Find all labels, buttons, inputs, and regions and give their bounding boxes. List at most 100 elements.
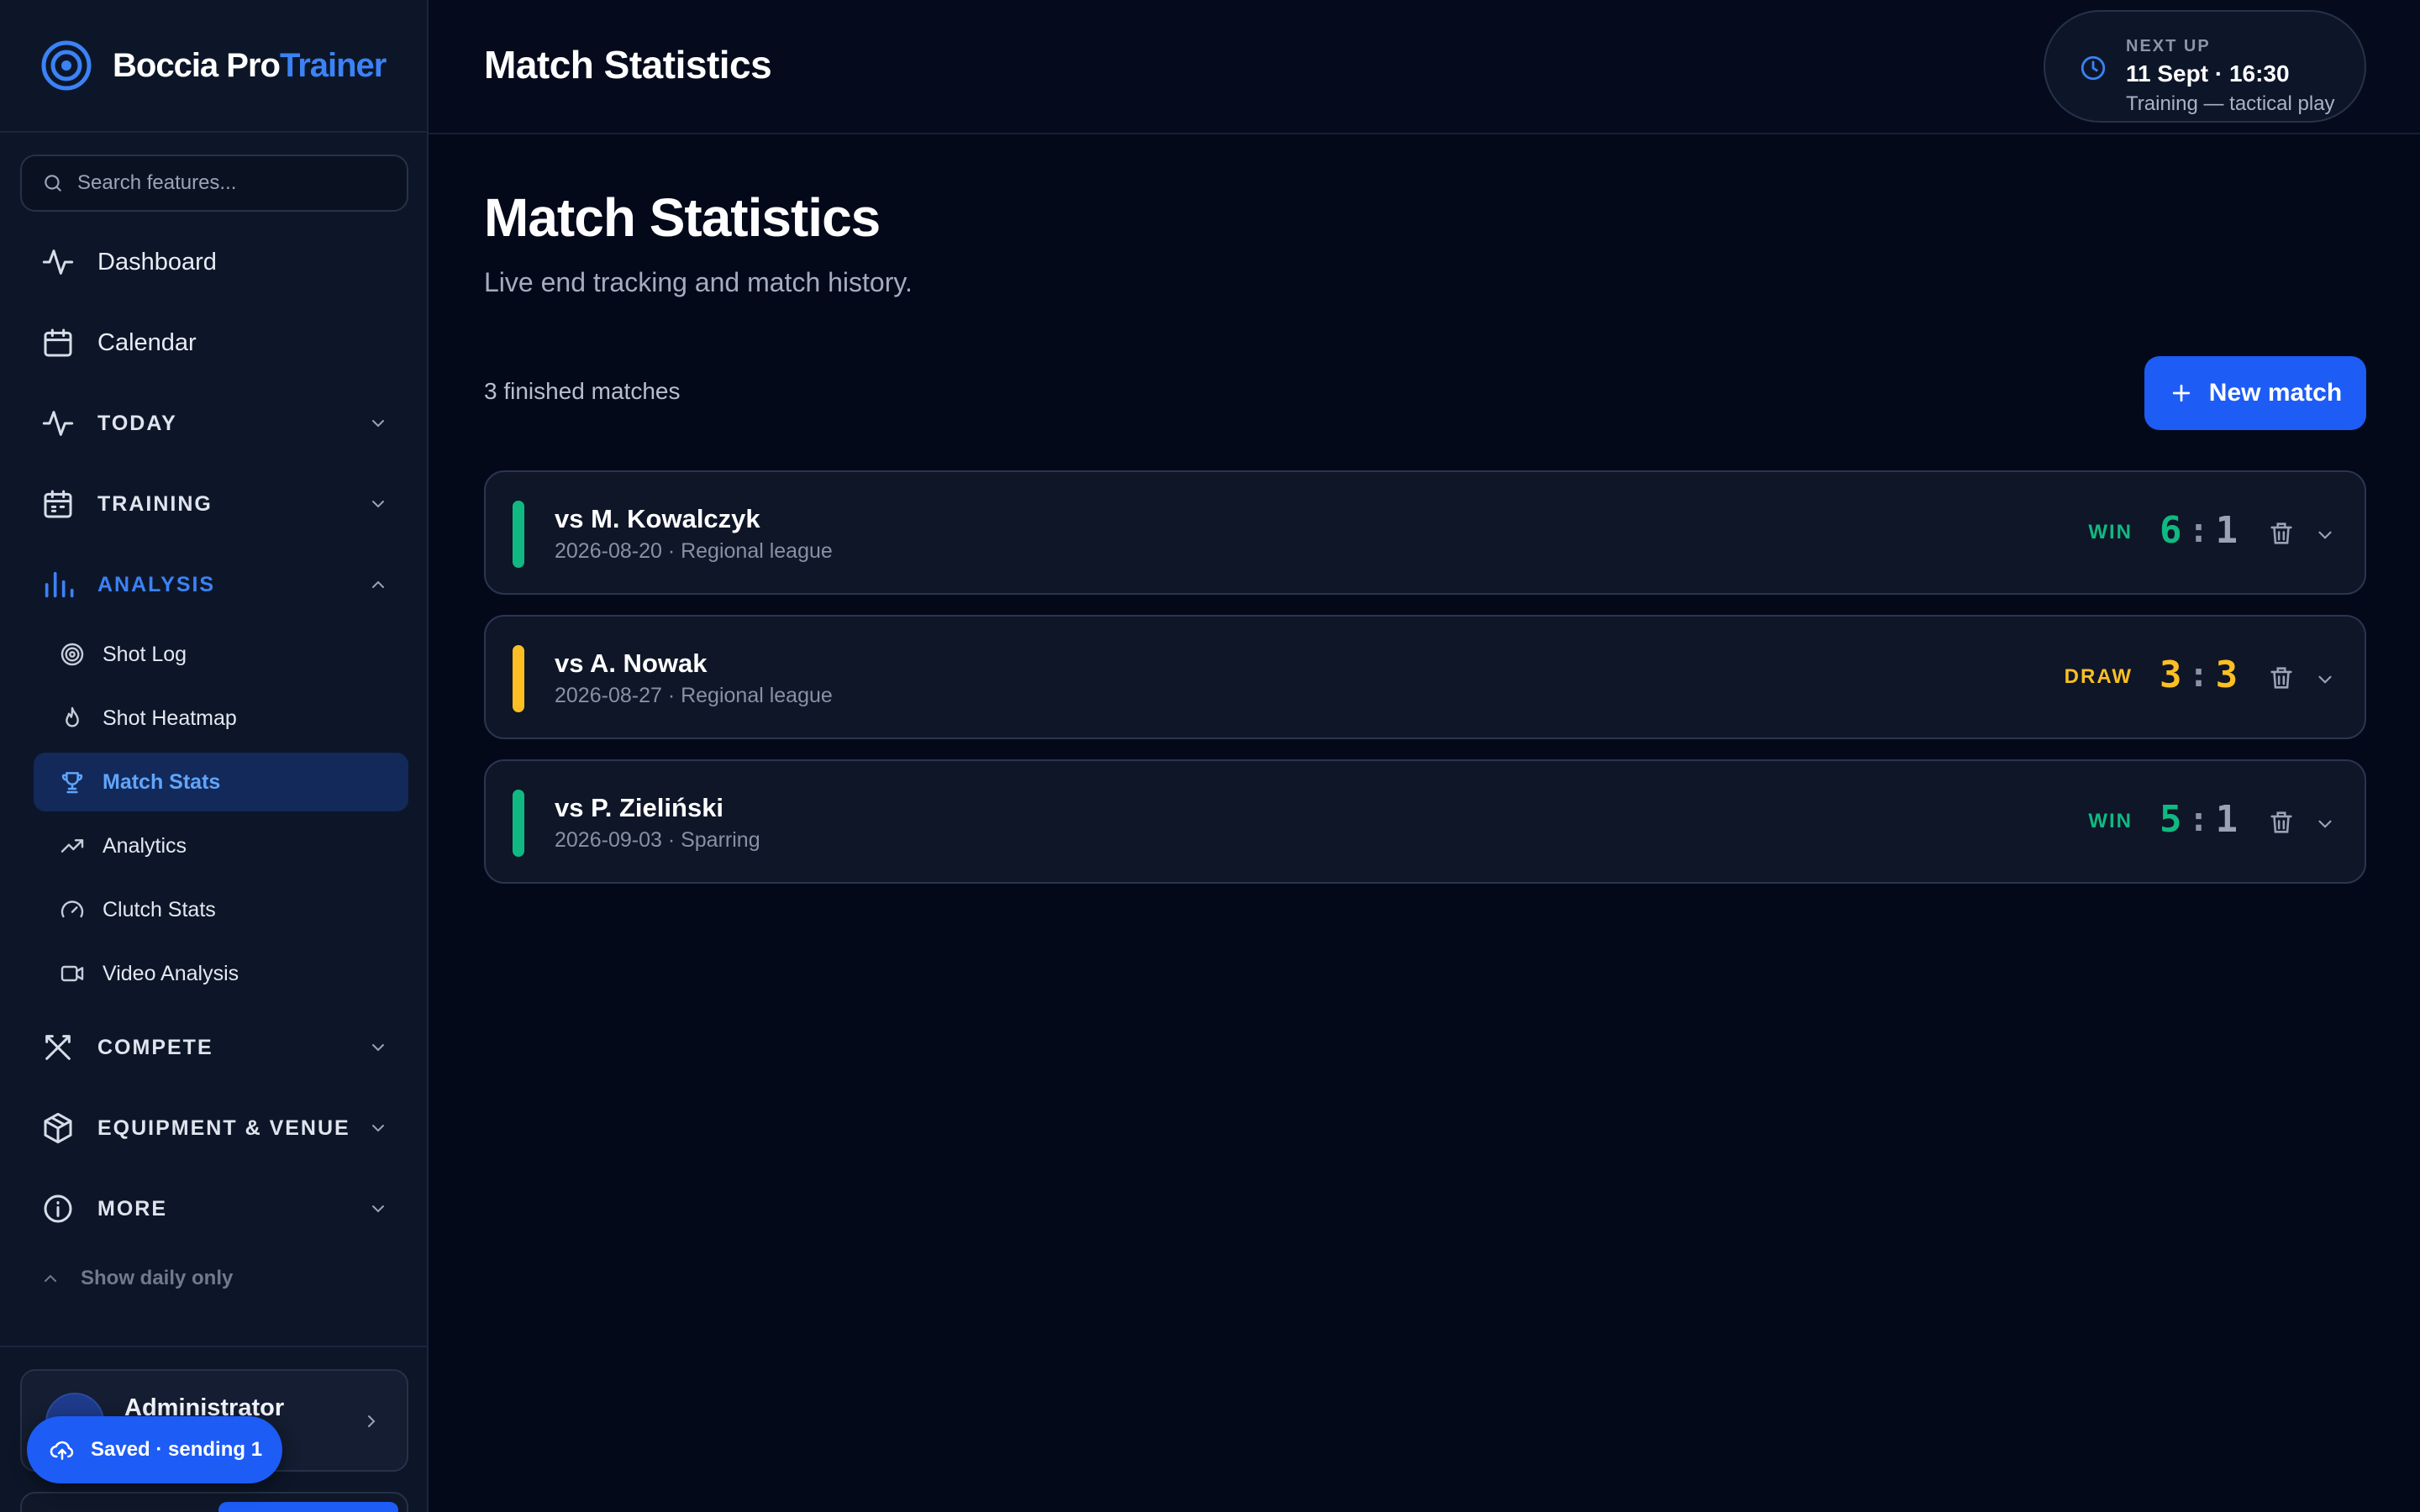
match-score: 6 : 1 — [2160, 509, 2238, 552]
sidebar-section-label: TRAINING — [97, 491, 213, 516]
footer-accent — [218, 1502, 398, 1512]
page-title: Match Statistics — [484, 187, 881, 248]
match-score: 5 : 1 — [2160, 798, 2238, 841]
sidebar: Boccia ProTrainer Dashboard Calendar TOD… — [0, 0, 429, 1512]
swords-icon — [40, 1030, 76, 1065]
match-score: 3 : 3 — [2160, 654, 2238, 696]
chevron-down-icon — [372, 420, 384, 428]
chevron-down-icon — [372, 501, 384, 508]
sidebar-section-label: COMPETE — [97, 1035, 213, 1059]
new-match-label: New match — [2208, 379, 2343, 407]
pulse-icon — [40, 406, 76, 441]
score-own: 6 — [2160, 509, 2182, 552]
trending-up-icon — [60, 839, 84, 853]
show-daily-label: Show daily only — [81, 1267, 234, 1289]
chevron-down-icon[interactable] — [2314, 813, 2336, 835]
brand[interactable]: Boccia ProTrainer — [0, 0, 427, 133]
sidebar-subitem-label: Shot Log — [103, 642, 187, 666]
score-separator: : — [2188, 511, 2209, 550]
trash-icon[interactable] — [2267, 808, 2296, 837]
match-result-badge: WIN — [2088, 810, 2133, 832]
score-own: 3 — [2160, 654, 2182, 696]
info-icon — [40, 1191, 76, 1226]
score-own: 5 — [2160, 798, 2182, 841]
match-opponent: vs A. Nowak — [555, 648, 708, 678]
match-result-badge: DRAW — [2064, 665, 2133, 688]
next-up-card[interactable]: NEXT UP 11 Sept · 16:30 Training — tacti… — [2044, 10, 2366, 123]
search-input[interactable] — [77, 171, 397, 195]
match-opponent: vs P. Zieliński — [555, 793, 724, 822]
sidebar-subitem-analytics[interactable]: Analytics — [34, 816, 408, 875]
bar-chart-icon — [40, 567, 76, 602]
sidebar-section-label: MORE — [97, 1196, 167, 1221]
trash-icon[interactable] — [2267, 664, 2296, 692]
sidebar-footer-control[interactable] — [20, 1492, 408, 1512]
sidebar-subitem-shot-log[interactable]: Shot Log — [34, 625, 408, 684]
package-icon — [40, 1110, 76, 1146]
sidebar-subitem-label: Analytics — [103, 833, 187, 858]
result-indicator — [513, 501, 524, 568]
next-up-description: Training — tactical play — [2126, 92, 2335, 115]
sidebar-item-dashboard[interactable]: Dashboard — [20, 230, 408, 294]
sidebar-subitem-video-analysis[interactable]: Video Analysis — [34, 944, 408, 1003]
gauge-icon — [60, 900, 84, 918]
sidebar-item-calendar[interactable]: Calendar — [20, 311, 408, 375]
search-box[interactable] — [20, 155, 408, 212]
score-opponent: 1 — [2215, 798, 2238, 841]
trophy-icon — [61, 772, 83, 794]
flame-icon — [66, 706, 79, 727]
sidebar-section-more[interactable]: MORE — [20, 1177, 408, 1241]
activity-icon — [40, 244, 76, 280]
chevron-down-icon — [372, 1125, 384, 1132]
sync-toast-text: Saved · sending 1 — [91, 1438, 263, 1461]
brand-name: Boccia ProTrainer — [113, 46, 387, 84]
chevron-down-icon — [372, 1044, 384, 1052]
target-icon — [60, 643, 84, 666]
score-opponent: 3 — [2215, 654, 2238, 696]
match-result-badge: WIN — [2088, 521, 2133, 543]
sidebar-subitem-label: Shot Heatmap — [103, 706, 237, 730]
score-opponent: 1 — [2215, 509, 2238, 552]
sidebar-item-label: Dashboard — [97, 248, 217, 276]
chevron-down-icon[interactable] — [2314, 524, 2336, 546]
sidebar-section-label: EQUIPMENT & VENUE — [97, 1116, 350, 1140]
match-count: 3 finished matches — [484, 378, 681, 404]
sidebar-subitem-clutch-stats[interactable]: Clutch Stats — [34, 880, 408, 939]
sidebar-section-training[interactable]: TRAINING — [20, 472, 408, 536]
calendar-check-icon — [40, 486, 76, 522]
video-icon — [60, 965, 84, 982]
sidebar-section-compete[interactable]: COMPETE — [20, 1016, 408, 1079]
result-indicator — [513, 645, 524, 712]
score-separator: : — [2188, 800, 2209, 839]
cloud-upload-icon — [50, 1441, 74, 1460]
chevron-down-icon[interactable] — [2314, 669, 2336, 690]
new-match-button[interactable]: New match — [2144, 356, 2366, 430]
score-separator: : — [2188, 655, 2209, 695]
sidebar-item-label: Calendar — [97, 328, 197, 356]
match-card[interactable]: vs M. Kowalczyk 2026-08-20 · Regional le… — [484, 470, 2366, 595]
topbar-title: Match Statistics — [484, 43, 772, 87]
sidebar-section-today[interactable]: TODAY — [20, 391, 408, 455]
next-up-label: NEXT UP — [2126, 37, 2211, 55]
match-card[interactable]: vs P. Zieliński 2026-09-03 · Sparring WI… — [484, 759, 2366, 884]
show-daily-toggle[interactable]: Show daily only — [40, 1267, 233, 1290]
sidebar-section-label: ANALYSIS — [97, 572, 216, 596]
sidebar-subitem-label: Video Analysis — [103, 961, 239, 985]
chevron-up-icon — [372, 580, 384, 588]
chevron-up-icon — [45, 1274, 56, 1282]
sidebar-section-equipment-venue[interactable]: EQUIPMENT & VENUE — [20, 1096, 408, 1160]
page-subtitle: Live end tracking and match history. — [484, 267, 913, 297]
trash-icon[interactable] — [2267, 519, 2296, 548]
chevron-down-icon — [372, 1205, 384, 1213]
sidebar-subitem-label: Clutch Stats — [103, 897, 216, 921]
match-card[interactable]: vs A. Nowak 2026-08-27 · Regional league… — [484, 615, 2366, 739]
result-indicator — [513, 790, 524, 857]
sidebar-subitem-label: Match Stats — [103, 769, 221, 794]
sidebar-section-analysis[interactable]: ANALYSIS — [20, 553, 408, 617]
calendar-icon — [40, 325, 76, 360]
match-meta: 2026-09-03 · Sparring — [555, 828, 760, 852]
chevron-right-icon — [368, 1415, 376, 1427]
sidebar-subitem-match-stats[interactable]: Match Stats — [34, 753, 408, 811]
sync-toast[interactable]: Saved · sending 1 — [27, 1416, 282, 1483]
sidebar-subitem-shot-heatmap[interactable]: Shot Heatmap — [34, 689, 408, 748]
